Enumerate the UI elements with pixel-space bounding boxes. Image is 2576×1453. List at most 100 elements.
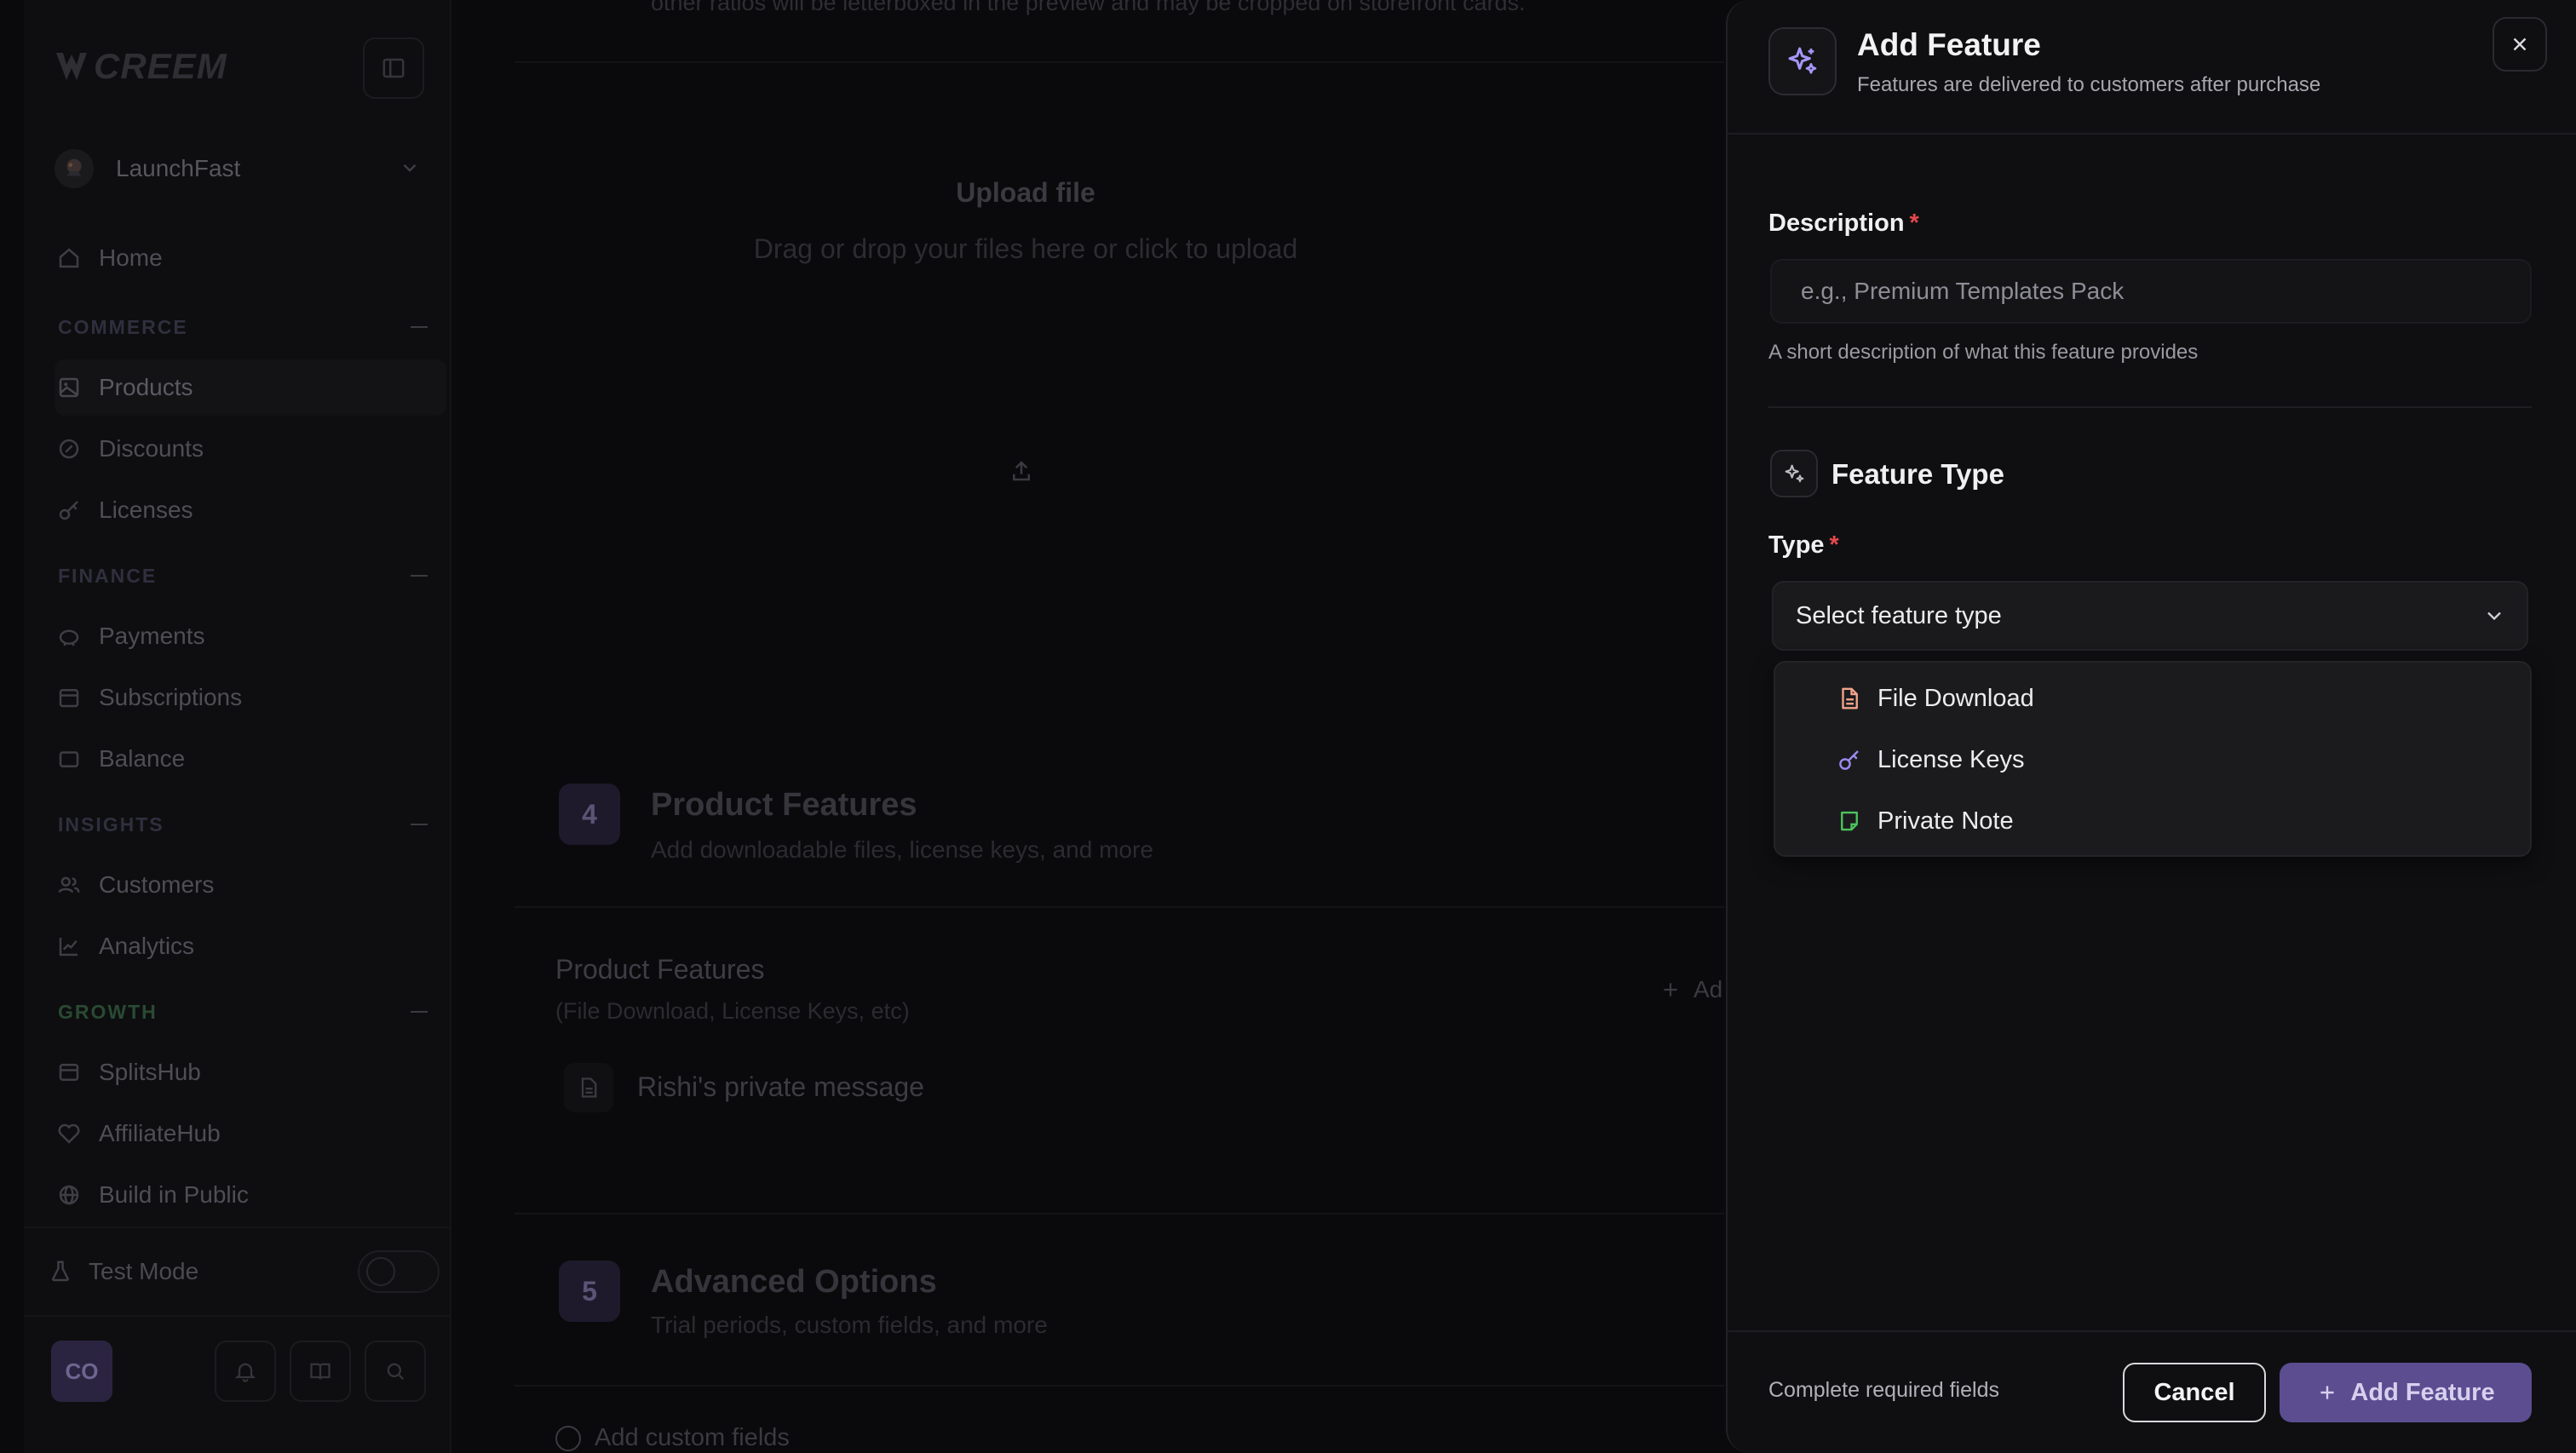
test-mode-toggle[interactable] (358, 1250, 440, 1293)
feature-type-menu: File Download License Keys Private Note (1774, 661, 2532, 857)
flask-icon (48, 1259, 73, 1284)
collapse-minus-icon (411, 575, 428, 577)
section-finance[interactable]: FINANCE (58, 559, 441, 593)
user-avatar[interactable]: CO (51, 1341, 112, 1402)
radio-icon (555, 1425, 581, 1451)
required-asterisk: * (1909, 210, 1919, 237)
step-number-badge: 5 (559, 1261, 620, 1322)
add-feature-trigger-label: Ad (1693, 976, 1723, 1002)
section-insights[interactable]: INSIGHTS (58, 807, 441, 841)
docs-button[interactable] (290, 1341, 351, 1402)
header-divider (1728, 133, 2576, 135)
sidebar-item-splitshub[interactable]: SplitsHub (55, 1044, 446, 1100)
sidebar-item-licenses[interactable]: Licenses (55, 482, 446, 538)
sidebar-divider (24, 1315, 451, 1317)
sidebar-item-analytics[interactable]: Analytics (55, 918, 446, 974)
sidebar-item-balance[interactable]: Balance (55, 731, 446, 787)
key-icon (1839, 750, 1859, 770)
sidebar-item-label: Home (99, 244, 163, 271)
sidebar-item-label: Licenses (99, 497, 193, 523)
chevron-down-icon (403, 164, 417, 172)
close-icon (2513, 37, 2527, 51)
sidebar-divider (24, 1226, 451, 1228)
chevron-down-icon (2487, 612, 2501, 621)
split-icon (55, 1058, 83, 1087)
notifications-button[interactable] (215, 1341, 276, 1402)
section-divider (515, 1385, 1724, 1387)
step-number-badge: 4 (559, 784, 620, 845)
section-growth[interactable]: GROWTH (58, 995, 441, 1029)
section-label: COMMERCE (58, 315, 188, 338)
section-divider (515, 1213, 1724, 1215)
sidebar-item-label: Products (99, 374, 193, 400)
sidebar-item-customers[interactable]: Customers (55, 857, 446, 913)
sidebar-item-affiliatehub[interactable]: AffiliateHub (55, 1106, 446, 1162)
upload-title: Upload file (956, 177, 1095, 208)
image-icon (55, 373, 83, 402)
option-license-keys[interactable]: License Keys (1777, 732, 2530, 787)
panel-title: Add Feature (1857, 27, 2041, 62)
section-label: INSIGHTS (58, 813, 164, 836)
step-title: Product Features (651, 787, 917, 823)
upload-icon[interactable] (1009, 458, 1034, 484)
description-input[interactable] (1770, 259, 2532, 324)
collapse-minus-icon (411, 1011, 428, 1013)
option-private-note[interactable]: Private Note (1777, 794, 2530, 848)
option-label: Private Note (1877, 807, 2014, 835)
form-divider (1768, 406, 2532, 408)
heart-handshake-icon (55, 1119, 83, 1148)
sidebar-item-label: SplitsHub (99, 1059, 201, 1085)
section-label: FINANCE (58, 564, 158, 587)
sidebar-item-label: Subscriptions (99, 684, 243, 710)
add-feature-button[interactable]: Add Feature (2280, 1363, 2532, 1422)
close-button[interactable] (2493, 17, 2547, 72)
upload-subtitle: Drag or drop your files here or click to… (753, 233, 1298, 264)
sidebar-item-subscriptions[interactable]: Subscriptions (55, 669, 446, 726)
sidebar-item-build-in-public[interactable]: Build in Public (55, 1167, 446, 1223)
footer-divider (1728, 1330, 2576, 1332)
workspace-name: LaunchFast (116, 155, 241, 181)
cancel-button[interactable]: Cancel (2123, 1363, 2266, 1422)
feature-type-select[interactable]: Select feature type (1772, 581, 2528, 651)
collapse-minus-icon (411, 824, 428, 825)
workspace-switcher[interactable]: LaunchFast (55, 146, 438, 191)
search-icon (387, 1363, 405, 1381)
product-features-subtitle: (File Download, License Keys, etc) (555, 998, 910, 1024)
section-divider (515, 61, 1724, 63)
piggy-bank-icon (55, 622, 83, 651)
sidebar-item-products[interactable]: Products (55, 359, 446, 416)
step-subtitle: Trial periods, custom fields, and more (651, 1312, 1048, 1338)
sidebar: CREEM LaunchFast Home COMMERCE Products … (24, 0, 451, 1453)
section-commerce[interactable]: COMMERCE (58, 310, 441, 344)
select-placeholder: Select feature type (1796, 601, 2002, 629)
sparkles-icon (1768, 27, 1837, 95)
product-features-title: Product Features (555, 954, 765, 985)
type-label-text: Type (1768, 531, 1825, 559)
sidebar-item-home[interactable]: Home (55, 230, 446, 286)
file-icon (564, 1063, 613, 1112)
add-feature-trigger[interactable]: Ad (1659, 976, 1722, 1003)
sidebar-item-label: Balance (99, 745, 186, 772)
section-divider (515, 906, 1724, 908)
brand-name: CREEM (94, 46, 227, 86)
sidebar-item-label: Customers (99, 871, 215, 898)
custom-fields-option[interactable]: Add custom fields (555, 1424, 790, 1452)
description-label: Description * (1768, 210, 1919, 238)
sparkles-icon (1770, 450, 1818, 497)
workspace-avatar-icon (55, 149, 94, 188)
description-label-text: Description (1768, 210, 1905, 237)
globe-icon (55, 1180, 83, 1209)
note-icon (1841, 811, 1858, 831)
sidebar-item-payments[interactable]: Payments (55, 608, 446, 664)
type-label: Type * (1768, 531, 1839, 560)
test-mode-row: Test Mode (48, 1249, 440, 1295)
search-button[interactable] (365, 1341, 426, 1402)
sidebar-item-discounts[interactable]: Discounts (55, 421, 446, 477)
option-label: License Keys (1877, 745, 2025, 773)
sidebar-collapse-button[interactable] (363, 37, 424, 99)
key-icon (55, 496, 83, 525)
option-label: File Download (1877, 684, 2034, 712)
option-file-download[interactable]: File Download (1777, 671, 2530, 726)
sidebar-item-label: AffiliateHub (99, 1120, 221, 1146)
feature-type-heading: Feature Type (1831, 458, 2004, 490)
